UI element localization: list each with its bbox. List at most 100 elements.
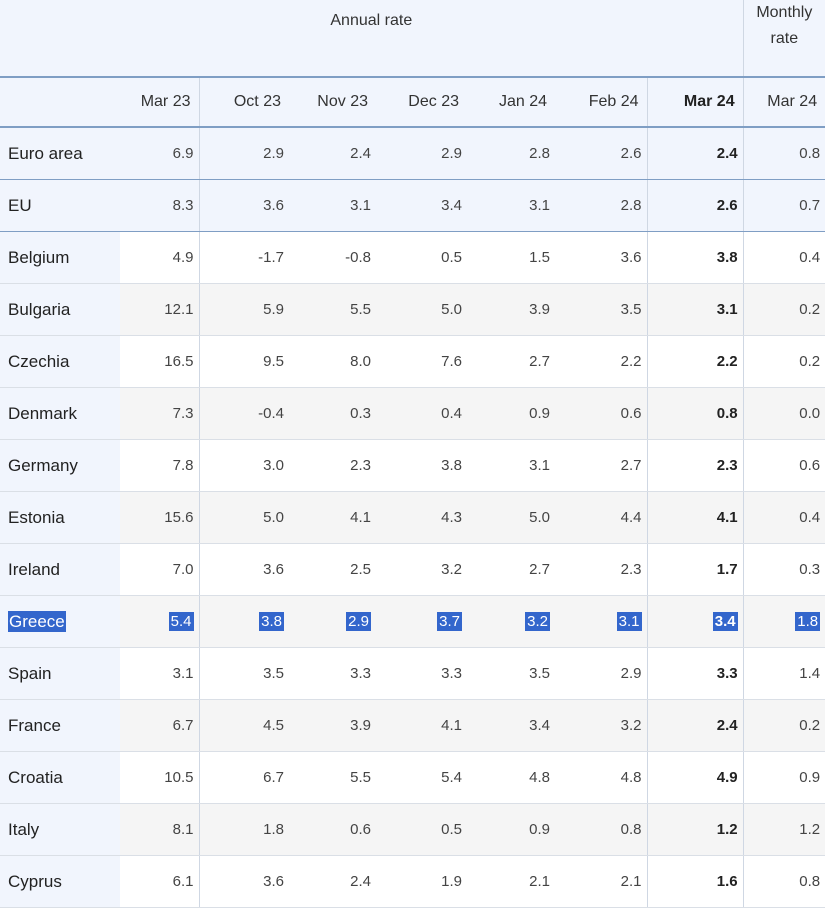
value-cell: 5.4 — [376, 751, 467, 804]
inflation-table: Annual rate Monthly rate Mar 23 Oct 23 No… — [0, 0, 825, 908]
value-cell: 0.8 — [742, 855, 825, 908]
value-cell: 2.4 — [646, 699, 744, 752]
value-cell: 2.9 — [376, 127, 467, 180]
table-row[interactable]: Spain 3.1 3.5 3.3 3.3 3.5 2.9 3.3 1.4 — [0, 647, 825, 700]
value-cell: 7.6 — [376, 335, 467, 388]
month-header-current: Mar 24 — [646, 77, 744, 128]
value-cell: 6.7 — [198, 751, 289, 804]
value-cell: 3.8 — [646, 231, 744, 284]
table-row[interactable]: Greece 5.4 3.8 2.9 3.7 3.2 3.1 3.4 1.8 — [0, 595, 825, 648]
value-cell: 3.1 — [555, 595, 647, 648]
value-cell: 0.9 — [742, 751, 825, 804]
table-row[interactable]: EU 8.3 3.6 3.1 3.4 3.1 2.8 2.6 0.7 — [0, 179, 825, 232]
month-header: Mar 23 — [120, 77, 199, 128]
value-cell: -1.7 — [198, 231, 289, 284]
table-body: Euro area 6.9 2.9 2.4 2.9 2.8 2.6 2.4 0.8 EU 8.3 3.… — [0, 127, 825, 908]
table-row[interactable]: Italy 8.1 1.8 0.6 0.5 0.9 0.8 1.2 1.2 — [0, 803, 825, 856]
value-cell: 2.3 — [289, 439, 376, 492]
value-cell: 0.7 — [742, 179, 825, 232]
value-cell: 3.6 — [198, 179, 289, 232]
value-cell: 5.0 — [467, 491, 555, 544]
value-cell: 0.9 — [467, 803, 555, 856]
month-header: Nov 23 — [289, 77, 376, 128]
table-row[interactable]: Cyprus 6.1 3.6 2.4 1.9 2.1 2.1 1.6 0.8 — [0, 855, 825, 908]
row-label: Estonia — [0, 491, 120, 544]
row-label: France — [0, 699, 120, 752]
value-cell: 0.2 — [742, 699, 825, 752]
value-cell: 3.6 — [555, 231, 647, 284]
value-cell: 2.5 — [289, 543, 376, 596]
value-cell: 4.9 — [120, 231, 199, 284]
month-header: Jan 24 — [467, 77, 555, 128]
table-row[interactable]: Denmark 7.3 -0.4 0.3 0.4 0.9 0.6 0.8 0.0 — [0, 387, 825, 440]
value-cell: 0.5 — [376, 803, 467, 856]
value-cell: 0.9 — [467, 387, 555, 440]
table-row[interactable]: Euro area 6.9 2.9 2.4 2.9 2.8 2.6 2.4 0.8 — [0, 127, 825, 180]
value-cell: 3.1 — [646, 283, 744, 336]
value-cell: 2.4 — [289, 127, 376, 180]
row-label: EU — [0, 179, 120, 232]
row-label: Cyprus — [0, 855, 120, 908]
table-row[interactable]: Czechia 16.5 9.5 8.0 7.6 2.7 2.2 2.2 0.2 — [0, 335, 825, 388]
value-cell: 8.3 — [120, 179, 199, 232]
table-row[interactable]: Belgium 4.9 -1.7 -0.8 0.5 1.5 3.6 3.8 0.4 — [0, 231, 825, 284]
value-cell: 2.7 — [467, 335, 555, 388]
value-cell: 0.4 — [742, 491, 825, 544]
value-cell: 5.5 — [289, 751, 376, 804]
value-cell: 4.1 — [289, 491, 376, 544]
value-cell: 5.5 — [289, 283, 376, 336]
value-cell: 3.4 — [467, 699, 555, 752]
value-cell: 3.2 — [467, 595, 555, 648]
value-cell: 2.2 — [646, 335, 744, 388]
table-row[interactable]: Germany 7.8 3.0 2.3 3.8 3.1 2.7 2.3 0.6 — [0, 439, 825, 492]
value-cell: 7.3 — [120, 387, 199, 440]
value-cell: 3.3 — [289, 647, 376, 700]
row-label: Bulgaria — [0, 283, 120, 336]
label-column-header — [0, 77, 120, 128]
value-cell: 3.8 — [376, 439, 467, 492]
value-cell: 0.2 — [742, 283, 825, 336]
table-row[interactable]: Ireland 7.0 3.6 2.5 3.2 2.7 2.3 1.7 0.3 — [0, 543, 825, 596]
value-cell: 1.8 — [742, 595, 825, 648]
value-cell: -0.4 — [198, 387, 289, 440]
value-cell: 3.0 — [198, 439, 289, 492]
value-cell: 0.6 — [555, 387, 647, 440]
value-cell: 2.1 — [467, 855, 555, 908]
value-cell: 2.6 — [646, 179, 744, 232]
value-cell: 3.1 — [467, 439, 555, 492]
value-cell: 1.6 — [646, 855, 744, 908]
table-row[interactable]: Croatia 10.5 6.7 5.5 5.4 4.8 4.8 4.9 0.9 — [0, 751, 825, 804]
value-cell: 0.4 — [376, 387, 467, 440]
table-row[interactable]: Bulgaria 12.1 5.9 5.5 5.0 3.9 3.5 3.1 0.2 — [0, 283, 825, 336]
value-cell: 1.2 — [646, 803, 744, 856]
value-cell: 3.9 — [289, 699, 376, 752]
value-cell: 3.4 — [376, 179, 467, 232]
value-cell: 3.1 — [467, 179, 555, 232]
value-cell: 1.9 — [376, 855, 467, 908]
value-cell: 0.3 — [289, 387, 376, 440]
row-label: Greece — [0, 595, 120, 648]
value-cell: 2.8 — [467, 127, 555, 180]
value-cell: 1.5 — [467, 231, 555, 284]
value-cell: 3.2 — [555, 699, 647, 752]
value-cell: 4.8 — [467, 751, 555, 804]
value-cell: 2.9 — [555, 647, 647, 700]
value-cell: 2.1 — [555, 855, 647, 908]
value-cell: 2.3 — [646, 439, 744, 492]
value-cell: 2.7 — [467, 543, 555, 596]
table-row[interactable]: France 6.7 4.5 3.9 4.1 3.4 3.2 2.4 0.2 — [0, 699, 825, 752]
value-cell: 0.8 — [555, 803, 647, 856]
table-row[interactable]: Estonia 15.6 5.0 4.1 4.3 5.0 4.4 4.1 0.4 — [0, 491, 825, 544]
value-cell: 3.1 — [120, 647, 199, 700]
value-cell: 3.6 — [198, 855, 289, 908]
value-cell: 3.3 — [646, 647, 744, 700]
value-cell: 3.9 — [467, 283, 555, 336]
value-cell: 15.6 — [120, 491, 199, 544]
value-cell: 2.8 — [555, 179, 647, 232]
row-label: Spain — [0, 647, 120, 700]
value-cell: 4.4 — [555, 491, 647, 544]
value-cell: 3.3 — [376, 647, 467, 700]
value-cell: 5.0 — [198, 491, 289, 544]
value-cell: 0.6 — [742, 439, 825, 492]
value-cell: 4.5 — [198, 699, 289, 752]
